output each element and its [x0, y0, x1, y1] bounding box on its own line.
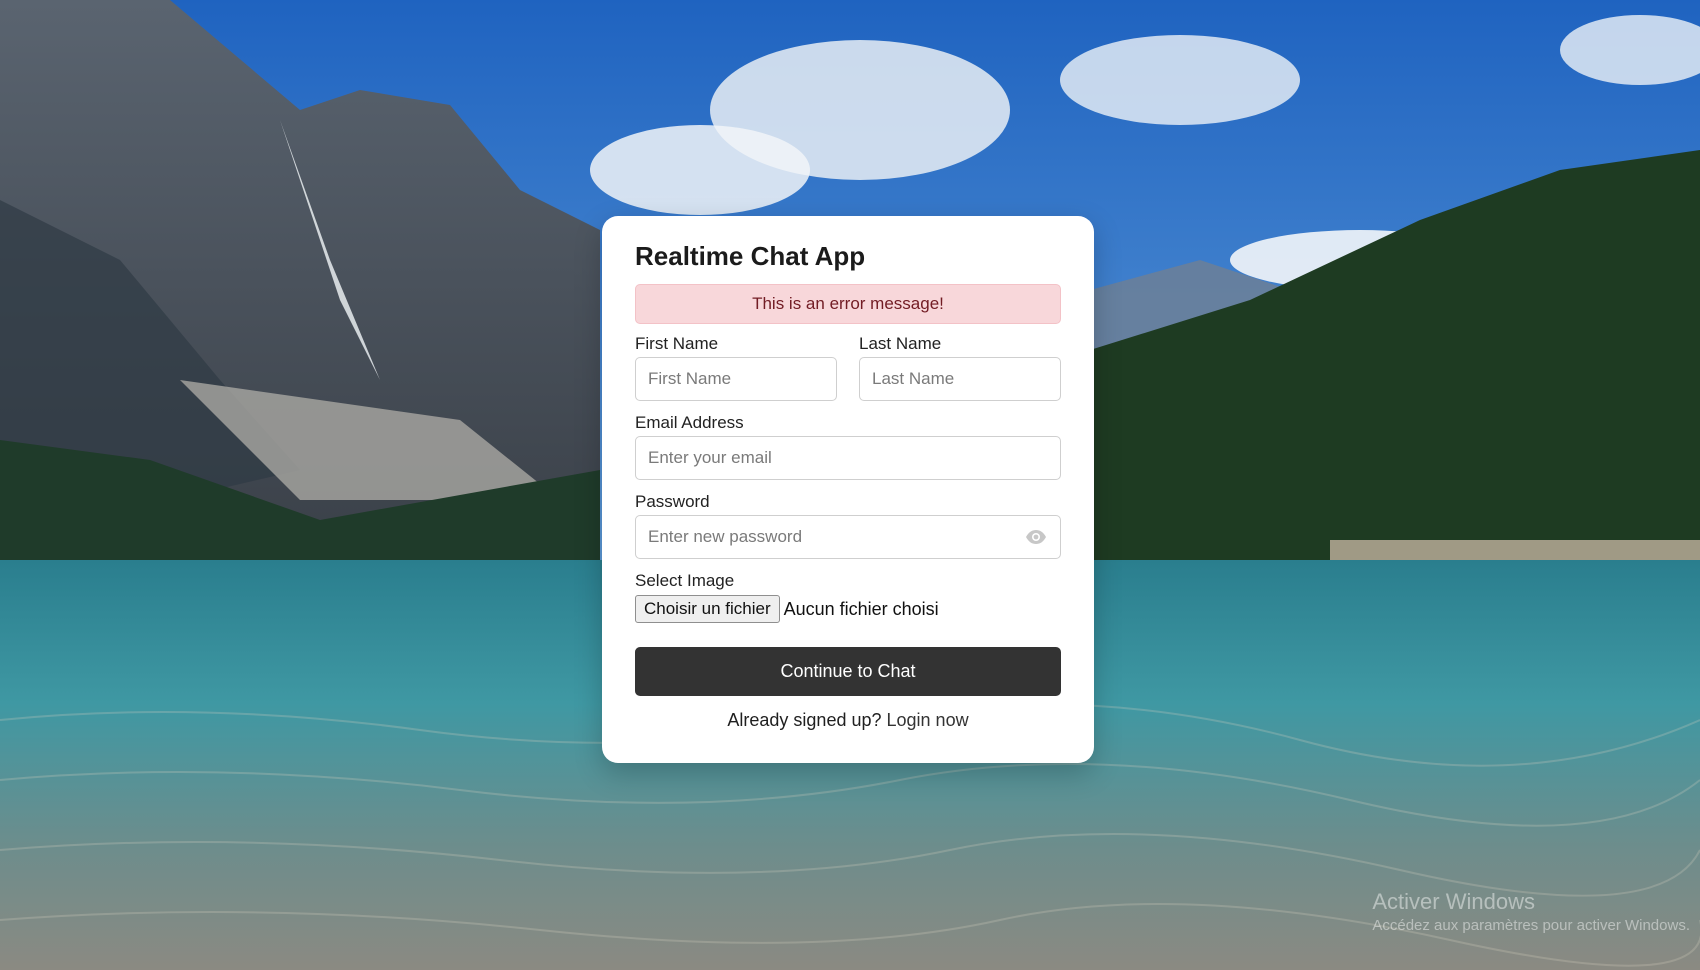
file-picker: Choisir un fichier Aucun fichier choisi — [635, 595, 1061, 623]
login-prompt: Already signed up? Login now — [635, 710, 1061, 731]
email-field: Email Address — [635, 413, 1061, 480]
choose-file-button[interactable]: Choisir un fichier — [635, 595, 780, 623]
background-scene: Realtime Chat App This is an error messa… — [0, 0, 1700, 970]
windows-activation-watermark: Activer Windows Accédez aux paramètres p… — [1372, 889, 1690, 934]
file-status: Aucun fichier choisi — [783, 598, 939, 619]
first-name-label: First Name — [635, 334, 719, 353]
password-wrapper — [635, 515, 1061, 559]
image-label: Select Image — [635, 571, 735, 590]
image-field: Select Image Choisir un fichier Aucun fi… — [635, 571, 1061, 623]
continue-to-chat-button[interactable]: Continue to Chat — [635, 647, 1061, 696]
error-message: This is an error message! — [635, 284, 1061, 324]
email-input[interactable] — [635, 436, 1061, 480]
signup-card: Realtime Chat App This is an error messa… — [602, 216, 1094, 763]
email-label: Email Address — [635, 413, 744, 432]
password-field: Password — [635, 492, 1061, 559]
watermark-line1: Activer Windows — [1372, 889, 1535, 914]
first-name-field: First Name — [635, 334, 837, 401]
last-name-field: Last Name — [859, 334, 1061, 401]
password-input[interactable] — [635, 515, 1061, 559]
name-row: First Name Last Name — [635, 334, 1061, 401]
last-name-label: Last Name — [859, 334, 942, 353]
login-now-link[interactable]: Login now — [887, 710, 969, 730]
page-title: Realtime Chat App — [635, 241, 866, 271]
eye-icon[interactable] — [1025, 527, 1047, 547]
last-name-input[interactable] — [859, 357, 1061, 401]
first-name-input[interactable] — [635, 357, 837, 401]
password-label: Password — [635, 492, 710, 511]
login-prompt-text: Already signed up? — [727, 710, 882, 730]
watermark-line2: Accédez aux paramètres pour activer Wind… — [1372, 917, 1690, 934]
